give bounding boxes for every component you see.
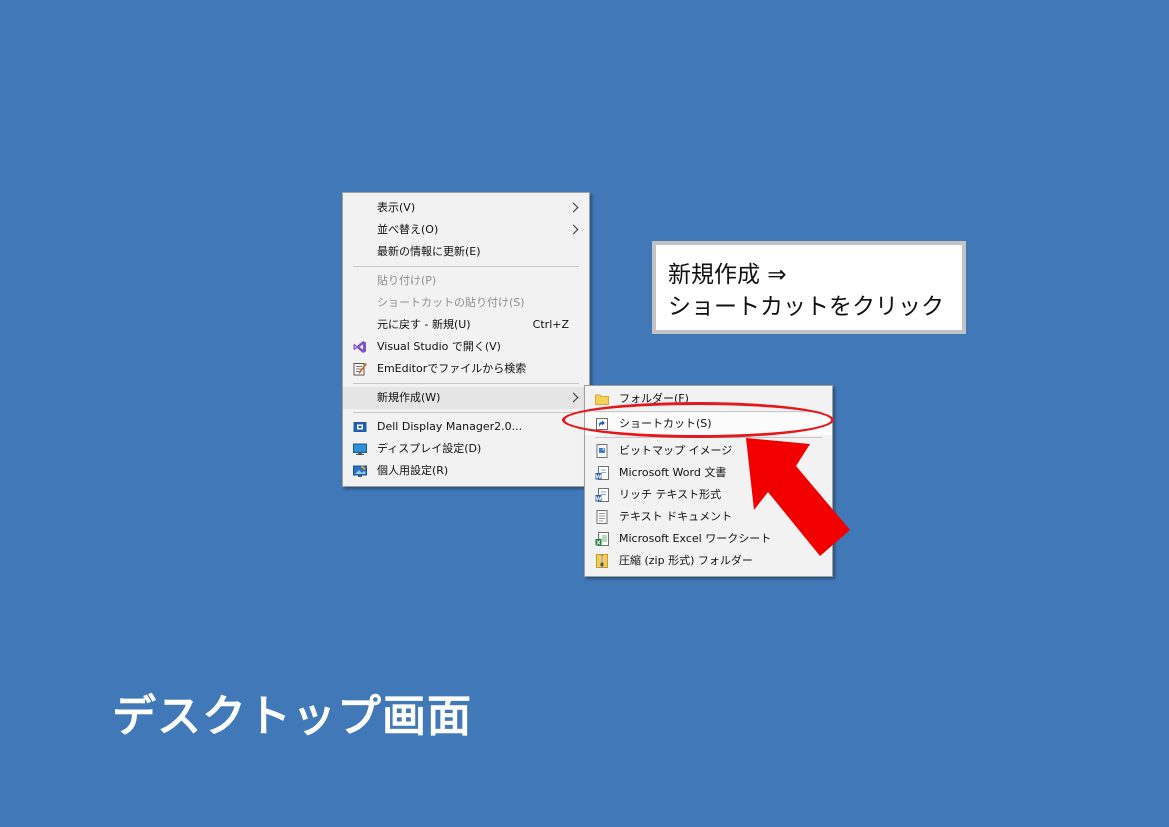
menu-item-undo[interactable]: 元に戻す - 新規(U) Ctrl+Z xyxy=(343,314,589,336)
menu-separator xyxy=(353,383,579,384)
submenu-item-label: Microsoft Word 文書 xyxy=(619,466,727,479)
menu-item-label: 新規作成(W) xyxy=(377,391,441,404)
emeditor-icon xyxy=(353,362,367,376)
menu-separator xyxy=(353,412,579,413)
undo-shortcut-key: Ctrl+Z xyxy=(532,318,569,331)
menu-item-label: 表示(V) xyxy=(377,201,416,214)
bitmap-icon xyxy=(595,444,609,458)
excel-icon: X xyxy=(595,532,609,546)
menu-item-paste-shortcut: ショートカットの貼り付け(S) xyxy=(343,292,589,314)
menu-item-paste: 貼り付け(P) xyxy=(343,270,589,292)
menu-item-label: ショートカットの貼り付け(S) xyxy=(377,296,525,309)
menu-item-personalize[interactable]: 個人用設定(R) xyxy=(343,460,589,482)
callout-line-1: 新規作成 ⇒ xyxy=(668,262,787,288)
menu-item-label: EmEditorでファイルから検索 xyxy=(377,362,527,375)
menu-item-open-visual-studio[interactable]: Visual Studio で開く(V) xyxy=(343,336,589,358)
submenu-item-label: リッチ テキスト形式 xyxy=(619,488,722,501)
menu-item-label: ディスプレイ設定(D) xyxy=(377,442,482,455)
zip-folder-icon xyxy=(595,554,609,568)
instruction-callout: 新規作成 ⇒ ショートカットをクリック xyxy=(652,241,966,334)
menu-item-label: 元に戻す - 新規(U) xyxy=(377,318,471,331)
red-pointer-arrow-icon xyxy=(740,430,855,569)
svg-text:W: W xyxy=(595,474,601,480)
submenu-item-label: ビットマップ イメージ xyxy=(619,444,733,457)
menu-item-dell-display-manager[interactable]: Dell Display Manager2.0... xyxy=(343,416,589,438)
submenu-item-label: テキスト ドキュメント xyxy=(619,510,733,523)
menu-item-label: 個人用設定(R) xyxy=(377,464,449,477)
menu-item-view[interactable]: 表示(V) xyxy=(343,197,589,219)
menu-item-label: Visual Studio で開く(V) xyxy=(377,340,501,353)
visual-studio-icon xyxy=(353,340,367,354)
svg-text:W: W xyxy=(595,496,601,502)
submenu-item-label: 圧縮 (zip 形式) フォルダー xyxy=(619,554,753,567)
personalize-icon xyxy=(353,464,367,478)
dell-display-icon xyxy=(353,420,367,434)
menu-item-label: Dell Display Manager2.0... xyxy=(377,420,523,433)
menu-item-label: 並べ替え(O) xyxy=(377,223,439,236)
folder-icon xyxy=(595,392,609,406)
display-icon xyxy=(353,442,367,456)
menu-item-display-settings[interactable]: ディスプレイ設定(D) xyxy=(343,438,589,460)
menu-separator xyxy=(353,266,579,267)
word-icon: W xyxy=(595,466,609,480)
page-title: デスクトップ画面 xyxy=(112,691,472,742)
menu-item-label: 最新の情報に更新(E) xyxy=(377,245,481,258)
menu-item-sort[interactable]: 並べ替え(O) xyxy=(343,219,589,241)
chevron-right-icon xyxy=(568,202,579,213)
rtf-icon: W xyxy=(595,488,609,502)
chevron-right-icon xyxy=(568,392,579,403)
menu-item-new[interactable]: 新規作成(W) xyxy=(343,387,589,409)
menu-item-label: 貼り付け(P) xyxy=(377,274,437,287)
desktop-context-menu: 表示(V) 並べ替え(O) 最新の情報に更新(E) 貼り付け(P) ショートカッ… xyxy=(342,192,590,487)
callout-line-2: ショートカットをクリック xyxy=(668,294,944,320)
text-document-icon xyxy=(595,510,609,524)
menu-item-emeditor-search[interactable]: EmEditorでファイルから検索 xyxy=(343,358,589,380)
chevron-right-icon xyxy=(568,224,579,235)
menu-item-refresh[interactable]: 最新の情報に更新(E) xyxy=(343,241,589,263)
